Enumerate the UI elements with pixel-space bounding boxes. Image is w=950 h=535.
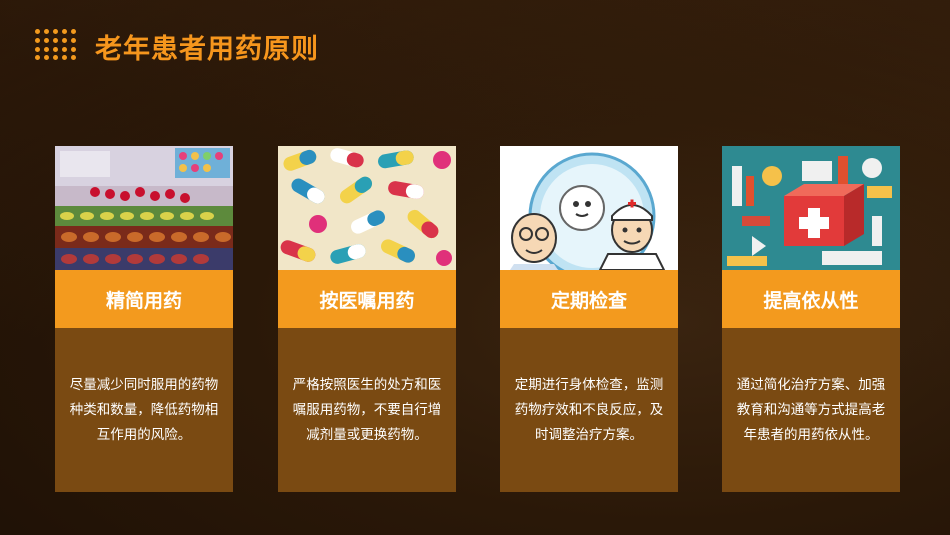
card-heading: 精简用药: [55, 270, 233, 328]
medical-kit-isometric-image: [722, 146, 900, 270]
principle-card-3: 定期检查 定期进行身体检查，监测药物疗效和不良反应，及时调整治疗方案。: [500, 146, 678, 492]
card-heading: 按医嘱用药: [278, 270, 456, 328]
card-text: 尽量减少同时服用的药物种类和数量，降低药物相互作用的风险。: [69, 376, 219, 443]
principle-card-2: 按医嘱用药 严格按照医生的处方和医嘱服用药物，不要自行增减剂量或更换药物。: [278, 146, 456, 492]
card-description: 定期进行身体检查，监测药物疗效和不良反应，及时调整治疗方案。: [500, 328, 678, 492]
card-description: 严格按照医生的处方和医嘱服用药物，不要自行增减剂量或更换药物。: [278, 328, 456, 492]
doctor-patient-cartoon-image: [500, 146, 678, 270]
card-description: 尽量减少同时服用的药物种类和数量，降低药物相互作用的风险。: [55, 328, 233, 492]
principle-card-4: 提高依从性 通过简化治疗方案、加强教育和沟通等方式提高老年患者的用药依从性。: [722, 146, 900, 492]
capsules-image: [278, 146, 456, 270]
card-heading: 定期检查: [500, 270, 678, 328]
blister-packs-image: [55, 146, 233, 270]
principle-card-1: 精简用药 尽量减少同时服用的药物种类和数量，降低药物相互作用的风险。: [55, 146, 233, 492]
decorative-dots-icon: [34, 28, 78, 62]
card-description: 通过简化治疗方案、加强教育和沟通等方式提高老年患者的用药依从性。: [722, 328, 900, 492]
page-title: 老年患者用药原则: [95, 34, 319, 65]
card-heading: 提高依从性: [722, 270, 900, 328]
card-text: 定期进行身体检查，监测药物疗效和不良反应，及时调整治疗方案。: [514, 376, 664, 443]
card-text: 通过简化治疗方案、加强教育和沟通等方式提高老年患者的用药依从性。: [736, 376, 886, 443]
card-text: 严格按照医生的处方和医嘱服用药物，不要自行增减剂量或更换药物。: [292, 376, 442, 443]
